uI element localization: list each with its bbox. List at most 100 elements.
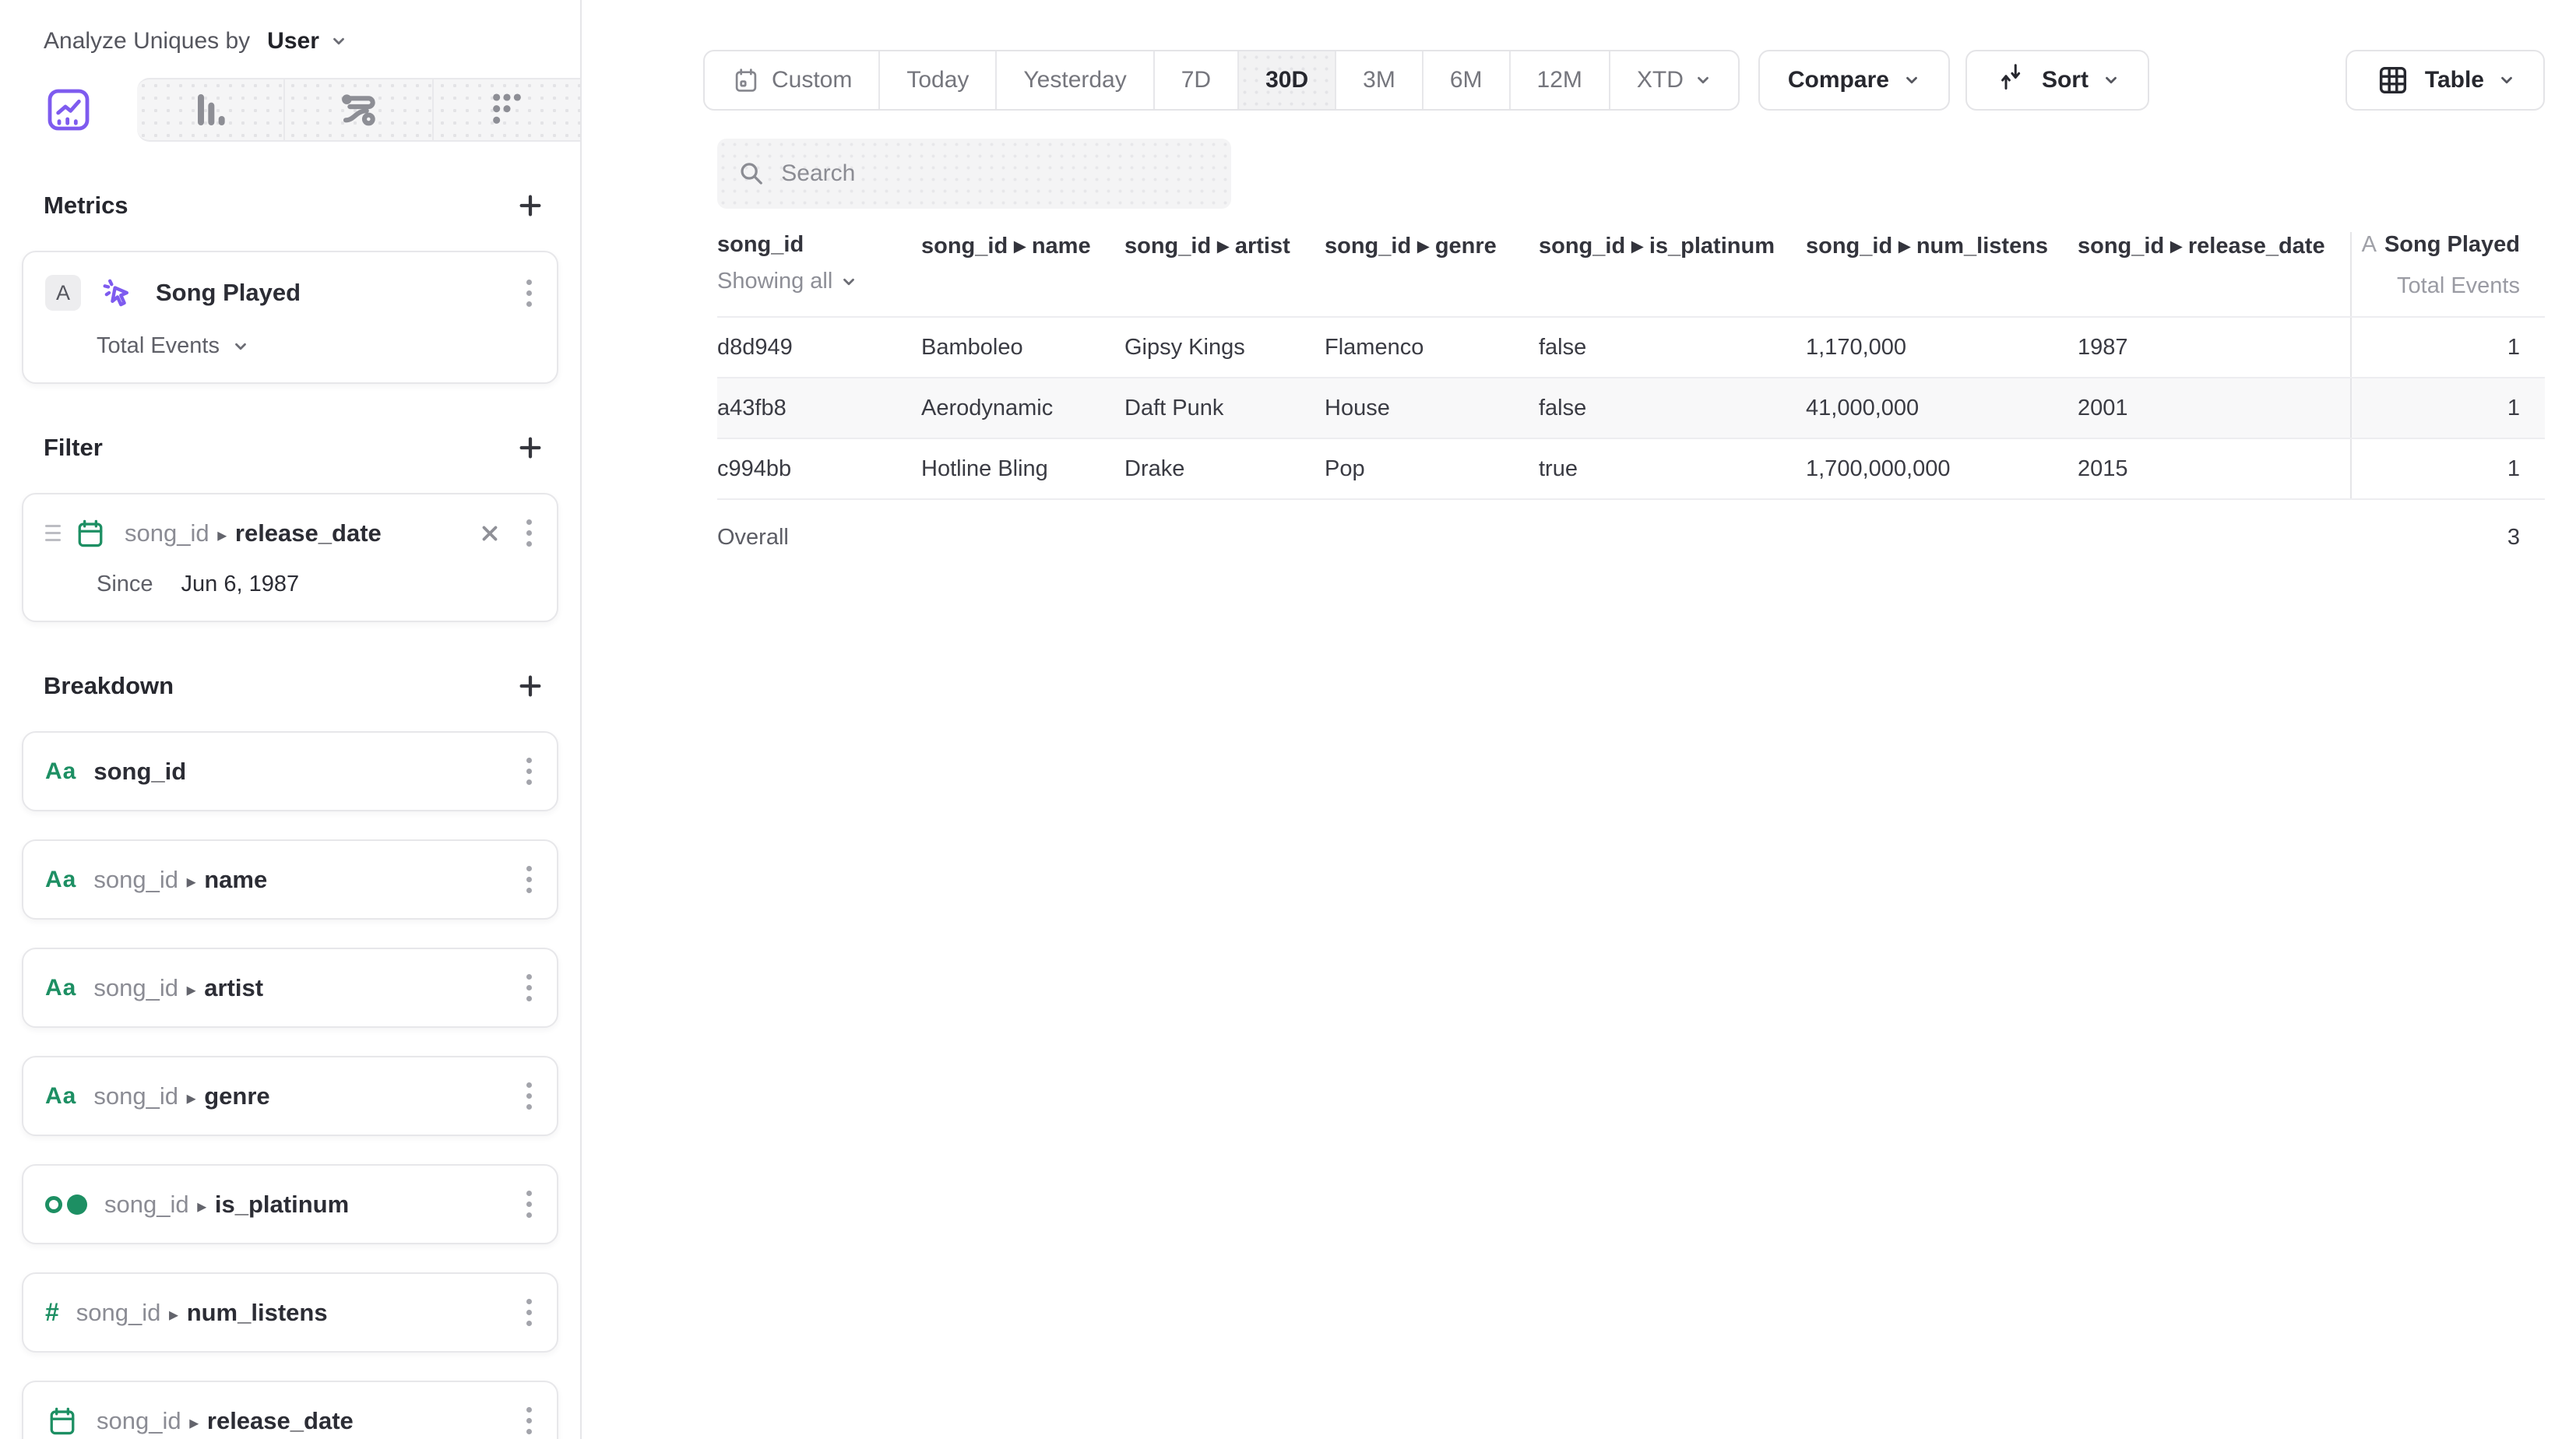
tab-line-chart[interactable] [0, 78, 137, 142]
breakdown-card-genre[interactable]: Aa song_id ▸ genre [22, 1056, 558, 1136]
metric-name: Song Played [2384, 232, 2520, 257]
compare-button[interactable]: Compare [1758, 50, 1950, 111]
table-row[interactable]: c994bb Hotline Bling Drake Pop true 1,70… [717, 439, 2545, 500]
breakdown-menu-button[interactable] [519, 1294, 540, 1331]
table-row[interactable]: d8d949 Bamboleo Gipsy Kings Flamenco fal… [717, 318, 2545, 378]
chevron-down-icon [840, 273, 857, 290]
cell-metric-value: 1 [2350, 378, 2528, 438]
property-separator: ▸ [185, 980, 198, 1001]
add-breakdown-button[interactable] [513, 669, 547, 703]
range-12m[interactable]: 12M [1509, 51, 1609, 109]
column-header[interactable]: song_id ▸ genre [1325, 232, 1539, 316]
range-3m[interactable]: 3M [1335, 51, 1422, 109]
filter-condition[interactable]: Since Jun 6, 1987 [97, 572, 540, 597]
breakdown-menu-button[interactable] [519, 1078, 540, 1114]
range-label: 6M [1450, 67, 1483, 93]
search-icon [737, 158, 765, 189]
range-xtd[interactable]: XTD [1609, 51, 1738, 109]
breakdown-card-release-date[interactable]: song_id ▸ release_date by Year [22, 1381, 558, 1439]
view-type-button[interactable]: Table [2345, 50, 2545, 111]
breakdown-field: song_id [93, 758, 186, 785]
filter-card[interactable]: song_id ▸ release_date Since Jun 6, 1987 [22, 493, 558, 622]
main-panel: Custom Today Yesterday 7D 30D 3M 6M 12M … [582, 0, 2576, 1439]
metric-menu-button[interactable] [519, 275, 540, 311]
cell-is-platinum: false [1539, 318, 1806, 377]
tab-bar-chart[interactable] [137, 79, 283, 140]
cell-num-listens: 1,170,000 [1806, 318, 2078, 377]
text-type-icon: Aa [45, 758, 76, 785]
breakdown-card-name[interactable]: Aa song_id ▸ name [22, 839, 558, 920]
filter-menu-button[interactable] [519, 515, 540, 551]
column-header[interactable]: song_id [717, 232, 921, 269]
search-input[interactable] [781, 160, 1211, 187]
cell-metric-value: 1 [2350, 439, 2528, 498]
table-row[interactable]: a43fb8 Aerodynamic Daft Punk House false… [717, 378, 2545, 439]
breakdown-menu-button[interactable] [519, 1186, 540, 1223]
breakdown-card-artist[interactable]: Aa song_id ▸ artist [22, 948, 558, 1028]
entity-selector[interactable]: User [267, 28, 319, 55]
breakdown-card-is-platinum[interactable]: song_id ▸ is_platinum [22, 1164, 558, 1244]
range-yesterday[interactable]: Yesterday [995, 51, 1153, 109]
add-metric-button[interactable] [513, 188, 547, 223]
table-search[interactable] [717, 139, 1231, 209]
chevron-down-icon [2103, 72, 2120, 89]
metric-column-header[interactable]: ASong Played [2350, 232, 2528, 269]
cell-genre: Flamenco [1325, 318, 1539, 377]
metric-card[interactable]: A Song Played Total Events [22, 251, 558, 384]
flow-icon [333, 85, 383, 135]
range-label: 3M [1363, 67, 1395, 93]
plus-icon [517, 673, 544, 699]
sort-button[interactable]: Sort [1965, 50, 2149, 111]
drag-handle-icon[interactable] [45, 525, 61, 541]
analyze-label: Analyze Uniques by [44, 28, 250, 55]
metric-event-name: Song Played [156, 279, 501, 307]
cell-name: Hotline Bling [921, 439, 1124, 498]
breakdown-parent: song_id [104, 1191, 189, 1218]
range-custom[interactable]: Custom [705, 51, 878, 109]
breakdown-field: num_listens [187, 1299, 328, 1326]
range-label: 30D [1265, 67, 1308, 93]
metric-measure-selector[interactable]: Total Events [97, 333, 540, 359]
cell-metric-value: 1 [2350, 318, 2528, 377]
range-today[interactable]: Today [878, 51, 995, 109]
tab-funnel-flow[interactable] [283, 79, 431, 140]
cell-release-date: 2015 [2078, 439, 2350, 498]
chevron-down-icon [1903, 72, 1920, 89]
breakdown-card-num-listens[interactable]: # song_id ▸ num_listens [22, 1272, 558, 1353]
table-overall-row: Overall 3 [717, 500, 2545, 575]
tab-retention-dots[interactable] [432, 79, 580, 140]
breakdown-menu-button[interactable] [519, 753, 540, 790]
range-6m[interactable]: 6M [1422, 51, 1509, 109]
cell-artist: Drake [1124, 439, 1325, 498]
text-type-icon: Aa [45, 1083, 76, 1110]
overall-metric-value: 3 [2350, 500, 2528, 575]
range-30d[interactable]: 30D [1237, 51, 1335, 109]
range-7d[interactable]: 7D [1153, 51, 1237, 109]
metrics-title: Metrics [44, 192, 128, 220]
column-header[interactable]: song_id ▸ release_date [2078, 232, 2350, 316]
breakdown-menu-button[interactable] [519, 1402, 540, 1439]
showing-all-selector[interactable]: Showing all [717, 269, 921, 311]
metrics-section-header: Metrics [44, 188, 547, 223]
breakdown-field: release_date [207, 1407, 354, 1434]
breakdown-card-song-id[interactable]: Aa song_id [22, 731, 558, 811]
range-label: 12M [1537, 67, 1582, 93]
breakdown-parent: song_id [76, 1299, 161, 1326]
query-sidebar: Analyze Uniques by User [0, 0, 582, 1439]
plus-icon [517, 192, 544, 219]
breakdown-menu-button[interactable] [519, 969, 540, 1006]
overall-label: Overall [717, 500, 921, 575]
chevron-down-icon[interactable] [330, 33, 347, 50]
remove-filter-button[interactable] [478, 522, 501, 545]
breakdown-section-header: Breakdown [44, 669, 547, 703]
column-header[interactable]: song_id ▸ artist [1124, 232, 1325, 316]
chart-type-tabs [0, 78, 580, 142]
text-type-icon: Aa [45, 975, 76, 1001]
column-header[interactable]: song_id ▸ is_platinum [1539, 232, 1806, 316]
cell-song-id: c994bb [717, 439, 921, 498]
column-header[interactable]: song_id ▸ name [921, 232, 1124, 316]
filter-value[interactable]: Jun 6, 1987 [181, 572, 300, 597]
column-header[interactable]: song_id ▸ num_listens [1806, 232, 2078, 316]
breakdown-menu-button[interactable] [519, 861, 540, 898]
add-filter-button[interactable] [513, 431, 547, 465]
